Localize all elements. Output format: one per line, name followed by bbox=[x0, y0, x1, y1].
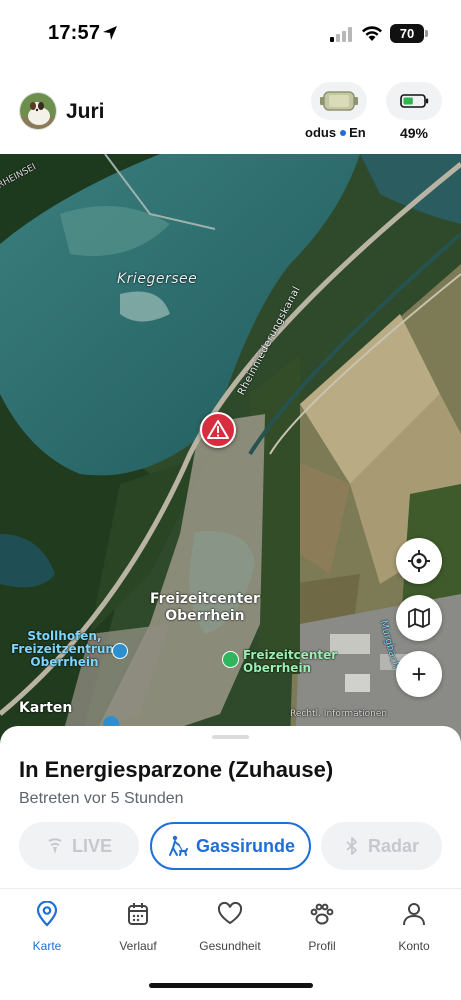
area-label: Freizeitcenter Oberrhein bbox=[150, 591, 260, 625]
walk-mode-button[interactable]: Gassirunde bbox=[150, 822, 311, 870]
poi-campground-icon[interactable] bbox=[222, 651, 239, 668]
map-icon bbox=[408, 608, 430, 628]
battery-icon bbox=[400, 94, 429, 108]
tab-gesundheit-label: Gesundheit bbox=[199, 939, 261, 953]
live-mode-label: LIVE bbox=[71, 835, 112, 856]
zoom-in-button[interactable]: + bbox=[396, 651, 442, 697]
home-indicator[interactable] bbox=[149, 983, 313, 988]
lake-label: Kriegersee bbox=[117, 271, 198, 287]
map-view[interactable]: RHEINSEI Kriegersee Rheinniederungskanal… bbox=[0, 154, 461, 744]
radar-mode-label: Radar bbox=[367, 835, 420, 856]
app-screen: 17:57 70 Juri odus En 49% RHEINSEI Krieg… bbox=[0, 0, 461, 1000]
status-bar: 17:57 70 bbox=[0, 0, 461, 68]
poi-stollhofen-label[interactable]: Stollhofen, Freizeitzentrum Oberrhein bbox=[11, 630, 118, 669]
pet-avatar[interactable] bbox=[19, 92, 57, 130]
map-type-button[interactable] bbox=[396, 595, 442, 641]
user-name[interactable]: Juri bbox=[66, 100, 105, 124]
radar-mode-button[interactable]: Radar bbox=[321, 822, 442, 870]
crosshair-icon bbox=[408, 550, 430, 572]
live-signal-icon bbox=[48, 838, 62, 854]
tab-verlauf[interactable]: Verlauf bbox=[98, 901, 178, 953]
battery-percent: 49% bbox=[399, 125, 429, 141]
tab-verlauf-label: Verlauf bbox=[119, 939, 157, 953]
dog-walk-icon bbox=[168, 835, 188, 856]
tab-konto-label: Konto bbox=[398, 939, 430, 953]
cellular-signal-icon bbox=[330, 27, 352, 42]
tracker-device-icon bbox=[320, 91, 358, 111]
poi-swim-icon[interactable] bbox=[112, 643, 128, 659]
plus-icon: + bbox=[411, 659, 427, 689]
area-label-line1: Freizeitcenter bbox=[150, 591, 260, 607]
status-time: 17:57 bbox=[48, 22, 101, 44]
walk-mode-label: Gassirunde bbox=[195, 835, 296, 856]
maps-attribution-text: Karten bbox=[19, 700, 73, 716]
poi-stollhofen-line3: Oberrhein bbox=[30, 655, 99, 669]
paw-icon bbox=[310, 903, 334, 925]
tracker-battery-button[interactable] bbox=[386, 82, 442, 120]
tab-profil[interactable]: Profil bbox=[282, 901, 362, 953]
app-header: Juri odus En 49% bbox=[0, 68, 461, 154]
area-label-line2: Oberrhein bbox=[165, 608, 245, 624]
location-arrow-icon bbox=[103, 26, 117, 40]
device-mode-caption: odus En bbox=[305, 125, 373, 143]
heart-icon bbox=[217, 901, 243, 925]
device-mode-text: odus bbox=[305, 125, 337, 140]
status-battery-tip bbox=[425, 30, 428, 37]
poi-freizeitcenter-label[interactable]: Freizeitcenter Oberrhein bbox=[243, 649, 337, 675]
tab-konto[interactable]: Konto bbox=[374, 901, 454, 953]
person-icon bbox=[403, 903, 425, 926]
warning-triangle-icon bbox=[207, 420, 229, 439]
status-battery-icon: 70 bbox=[390, 24, 424, 43]
device-mode-next: En bbox=[349, 125, 366, 140]
live-mode-button[interactable]: LIVE bbox=[19, 822, 139, 870]
tab-profil-label: Profil bbox=[308, 939, 336, 953]
zone-title: In Energiesparzone (Zuhause) bbox=[19, 757, 334, 782]
tab-karte[interactable]: Karte bbox=[7, 900, 87, 953]
zone-subtitle: Betreten vor 5 Stunden bbox=[19, 790, 184, 807]
poi-freizeitcenter-line2: Oberrhein bbox=[243, 661, 312, 675]
maps-attribution: Karten bbox=[19, 700, 72, 716]
bluetooth-icon bbox=[346, 837, 357, 855]
tab-gesundheit[interactable]: Gesundheit bbox=[190, 901, 270, 953]
legal-info-link[interactable]: Rechtl. Informationen bbox=[290, 709, 387, 719]
pet-location-alert-marker[interactable] bbox=[200, 412, 236, 448]
caption-separator-dot bbox=[340, 130, 347, 137]
map-pin-icon bbox=[36, 900, 58, 927]
sheet-grabber[interactable] bbox=[212, 735, 249, 739]
calendar-icon bbox=[128, 903, 148, 925]
tab-karte-label: Karte bbox=[32, 939, 62, 953]
tracker-device-button[interactable] bbox=[311, 82, 367, 120]
wifi-icon bbox=[362, 26, 382, 41]
locate-button[interactable] bbox=[396, 538, 442, 584]
status-battery-level: 70 bbox=[399, 26, 415, 41]
